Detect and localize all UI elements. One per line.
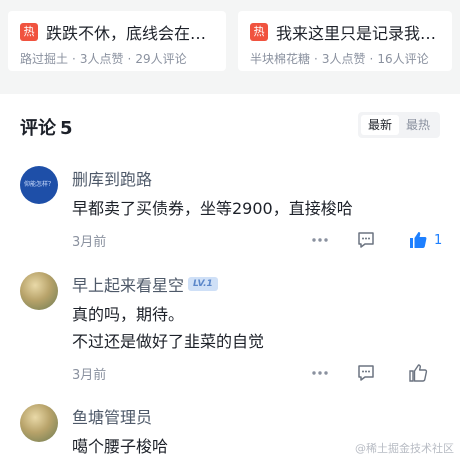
related-card[interactable]: 热 我来这里只是记录我… 半块棉花糖 · 3人点赞 · 16人评论 xyxy=(238,11,452,71)
sort-switch: 最新 最热 xyxy=(358,112,440,138)
like-button[interactable] xyxy=(408,361,428,385)
related-meta: 半块棉花糖 · 3人点赞 · 16人评论 xyxy=(250,52,429,66)
level-badge: LV.1 xyxy=(188,277,218,291)
like-count: 1 xyxy=(434,232,443,248)
thumbs-up-icon xyxy=(410,232,427,248)
comment-actions: 3月前 xyxy=(72,361,440,385)
related-articles: 热 跌跌不休，底线会在… 路过掘土 · 3人点赞 · 29人评论 热 我来这里只是记录我… xyxy=(0,0,460,86)
comment-text: 真的吗，期待。 不过还是做好了韭菜的自觉 xyxy=(72,305,265,351)
comment-section-title: 评论 5 xyxy=(20,118,73,139)
comment-reply-icon[interactable] xyxy=(356,361,376,385)
comment-count: 5 xyxy=(60,118,73,139)
hot-badge: 热 xyxy=(20,23,38,41)
comment-time: 3月前 xyxy=(72,368,107,383)
avatar[interactable] xyxy=(20,272,58,310)
like-button[interactable]: 1 xyxy=(408,228,442,252)
comment-username: 早上起来看星空 LV.1 xyxy=(72,272,440,296)
related-title[interactable]: 我来这里只是记录我… xyxy=(276,20,436,44)
comment-username[interactable]: 鱼塘管理员 xyxy=(72,404,440,428)
related-meta: 路过掘土 · 3人点赞 · 29人评论 xyxy=(20,52,187,66)
comment-username[interactable]: 删库到跑路 xyxy=(72,166,440,190)
avatar[interactable]: 仰能怎样？ xyxy=(20,166,58,204)
related-comments: 16人评论 xyxy=(377,52,429,66)
related-card[interactable]: 热 跌跌不休，底线会在… 路过掘土 · 3人点赞 · 29人评论 xyxy=(8,11,226,71)
comment-reply-icon[interactable] xyxy=(356,228,376,252)
more-icon[interactable] xyxy=(310,228,330,252)
comment-time: 3月前 xyxy=(72,235,107,250)
thumbs-up-icon xyxy=(409,364,428,382)
section-divider xyxy=(0,86,460,94)
related-likes: 3人点赞 xyxy=(79,52,124,66)
comment-actions: 3月前 1 xyxy=(72,228,442,252)
comment-text: 早都卖了买债券，坐等2900，直接梭哈 xyxy=(72,199,353,218)
related-title[interactable]: 跌跌不休，底线会在… xyxy=(46,20,206,44)
related-comments: 29人评论 xyxy=(135,52,187,66)
comment-header: 评论 5 最新 最热 xyxy=(20,112,440,140)
sort-newest-button[interactable]: 最新 xyxy=(361,115,399,135)
more-icon[interactable] xyxy=(310,361,330,385)
related-likes: 3人点赞 xyxy=(321,52,366,66)
related-author[interactable]: 半块棉花糖 xyxy=(250,52,310,66)
avatar[interactable] xyxy=(20,404,58,442)
sort-hottest-button[interactable]: 最热 xyxy=(399,115,437,135)
related-author[interactable]: 路过掘土 xyxy=(20,52,68,66)
hot-badge: 热 xyxy=(250,23,268,41)
watermark: @稀土掘金技术社区 xyxy=(355,442,454,455)
